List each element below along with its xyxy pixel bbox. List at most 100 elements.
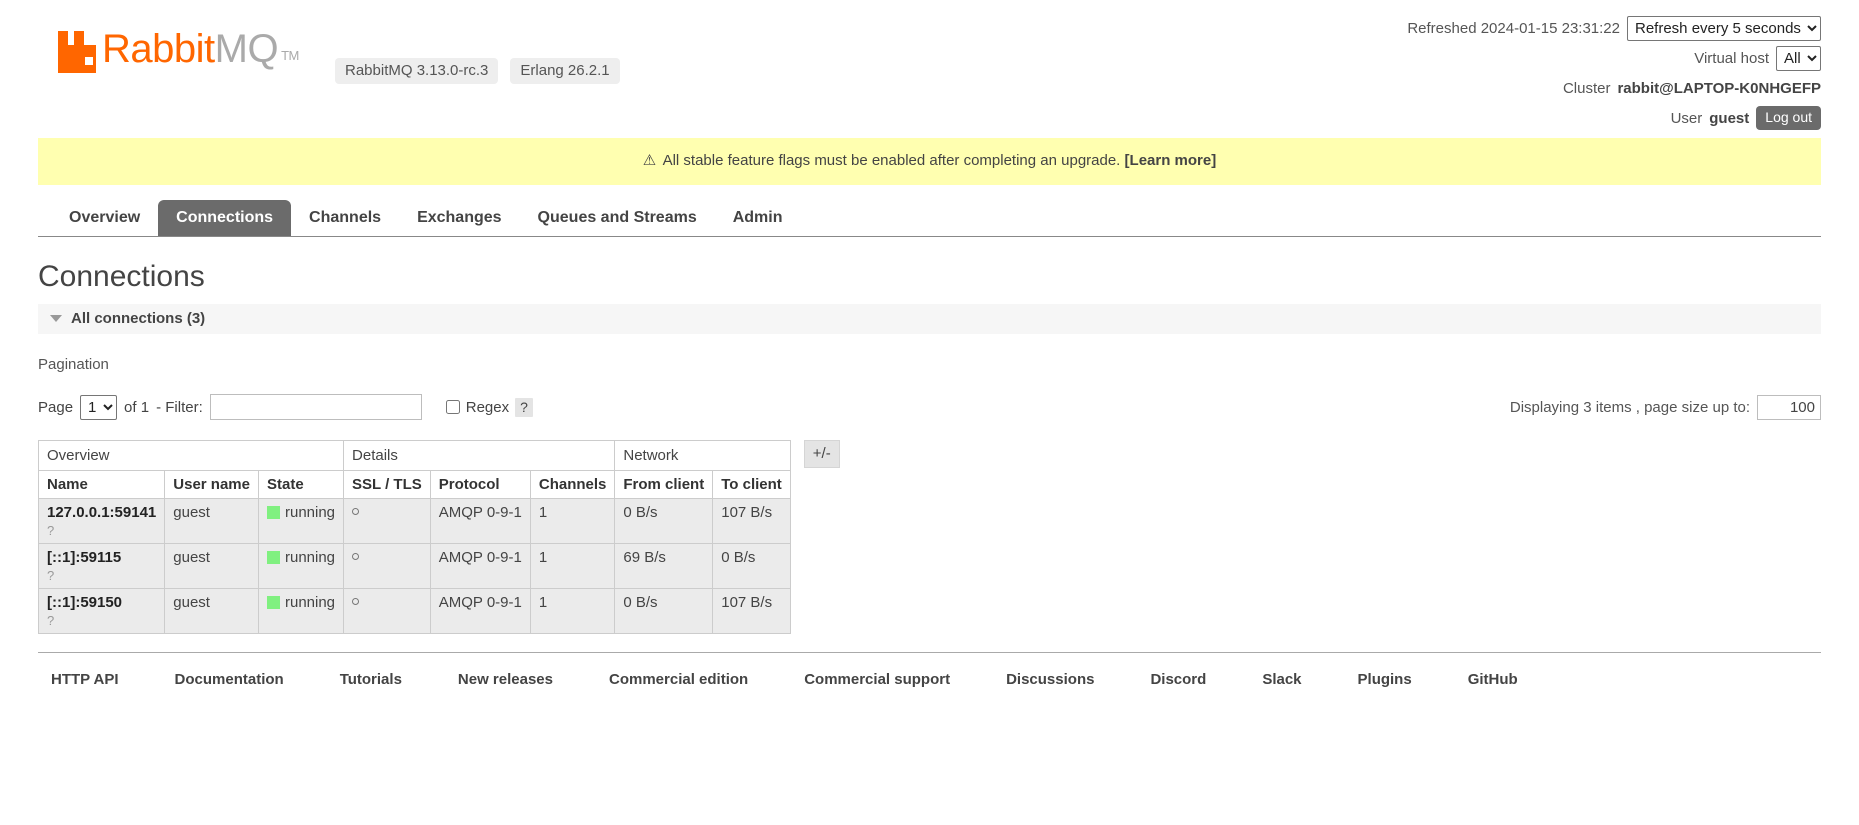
cell-protocol: AMQP 0-9-1: [429, 498, 531, 544]
filter-input[interactable]: [209, 394, 422, 420]
cell-ssl-tls: [343, 588, 431, 634]
footer-link-discord[interactable]: Discord: [1150, 671, 1206, 688]
state-text: running: [284, 504, 336, 521]
erlang-version-badge: Erlang 26.2.1: [510, 58, 620, 84]
status-badge: [266, 551, 280, 564]
footer-link-http-api[interactable]: HTTP API: [51, 671, 119, 688]
cluster-label: Cluster: [1562, 79, 1611, 97]
tab-queues-and-streams[interactable]: Queues and Streams: [520, 200, 715, 236]
warning-triangle-icon: ⚠: [642, 152, 657, 169]
table-group-header-row: Overview Details Network: [37, 440, 791, 471]
user-row: User guest Log out: [1407, 106, 1821, 130]
column-header-state[interactable]: State: [257, 470, 345, 499]
column-header-channels[interactable]: Channels: [529, 470, 616, 499]
page-size-input[interactable]: [1757, 394, 1821, 420]
footer-link-commercial-support[interactable]: Commercial support: [804, 671, 950, 688]
tab-admin[interactable]: Admin: [715, 200, 801, 236]
cell-channels: 1: [529, 543, 616, 589]
cell-state: running: [257, 543, 345, 589]
cell-user-name: guest: [164, 543, 259, 589]
footer-link-commercial-edition[interactable]: Commercial edition: [609, 671, 748, 688]
cell-from-client: 0 B/s: [614, 498, 714, 544]
tab-exchanges[interactable]: Exchanges: [399, 200, 519, 236]
main-nav-tabs: Overview Connections Channels Exchanges …: [38, 200, 1821, 237]
learn-more-link[interactable]: [Learn more]: [1125, 152, 1217, 169]
page-header: RabbitMQ TM RabbitMQ 3.13.0-rc.3 Erlang 2…: [0, 0, 1859, 138]
tab-overview[interactable]: Overview: [51, 200, 158, 236]
user-name: guest: [1709, 109, 1750, 127]
footer-link-documentation[interactable]: Documentation: [175, 671, 284, 688]
regex-checkbox[interactable]: [445, 400, 460, 414]
table-row[interactable]: [::1]:59150 ? guest running AMQP 0-9-1 1…: [37, 588, 791, 634]
footer-link-new-releases[interactable]: New releases: [458, 671, 553, 688]
logo-word-rabbit: Rabbit: [102, 27, 215, 71]
connection-name-link[interactable]: [::1]:59150: [47, 594, 156, 611]
footer-link-plugins[interactable]: Plugins: [1358, 671, 1412, 688]
user-label: User: [1670, 109, 1703, 127]
log-out-button[interactable]: Log out: [1756, 106, 1821, 130]
version-badges: RabbitMQ 3.13.0-rc.3 Erlang 26.2.1: [335, 58, 620, 84]
cell-name: [::1]:59115 ?: [37, 543, 166, 589]
column-header-from-client[interactable]: From client: [614, 470, 714, 499]
logo-wordmark: RabbitMQ TM: [102, 29, 299, 78]
chevron-down-icon[interactable]: [50, 315, 62, 322]
table-column-header-row: Name User name State SSL / TLS Protocol …: [37, 470, 791, 499]
page-number-select[interactable]: 1: [80, 394, 118, 420]
footer-link-discussions[interactable]: Discussions: [1006, 671, 1094, 688]
cluster-name: rabbit@LAPTOP-K0NHGEFP: [1617, 79, 1821, 97]
refreshed-timestamp: Refreshed 2024-01-15 23:31:22: [1407, 19, 1620, 37]
filter-label: - Filter:: [156, 398, 203, 416]
footer-link-slack[interactable]: Slack: [1262, 671, 1301, 688]
rabbitmq-logo[interactable]: RabbitMQ TM: [56, 26, 299, 75]
cell-protocol: AMQP 0-9-1: [429, 588, 531, 634]
connection-name-link[interactable]: 127.0.0.1:59141: [47, 504, 156, 521]
feature-flags-warning-banner: ⚠ All stable feature flags must be enabl…: [38, 138, 1821, 185]
vhost-select[interactable]: All: [1776, 45, 1821, 71]
regex-help-icon[interactable]: ?: [515, 397, 533, 417]
column-header-user-name[interactable]: User name: [164, 470, 259, 499]
pagination-bar: Page 1 of 1 - Filter: Regex ? Displaying…: [38, 392, 1821, 422]
group-header-details: Details: [343, 440, 616, 471]
group-header-overview: Overview: [37, 440, 345, 471]
rabbitmq-version-badge: RabbitMQ 3.13.0-rc.3: [335, 58, 499, 84]
pagination-label: Pagination: [38, 356, 109, 373]
rabbitmq-logo-icon: [56, 29, 100, 75]
cell-name: [::1]:59150 ?: [37, 588, 166, 634]
column-header-name[interactable]: Name: [37, 470, 166, 499]
all-connections-section-header[interactable]: All connections (3): [38, 304, 1821, 334]
cell-user-name: guest: [164, 498, 259, 544]
table-row[interactable]: [::1]:59115 ? guest running AMQP 0-9-1 1…: [37, 543, 791, 589]
column-header-to-client[interactable]: To client: [712, 470, 791, 499]
cell-to-client: 107 B/s: [712, 588, 791, 634]
cell-protocol: AMQP 0-9-1: [429, 543, 531, 589]
logo-word-mq: MQ: [214, 27, 279, 71]
state-text: running: [284, 549, 336, 566]
toggle-columns-button[interactable]: +/-: [803, 440, 840, 468]
column-header-ssl-tls[interactable]: SSL / TLS: [343, 470, 431, 499]
connection-name-sub: ?: [47, 568, 55, 583]
footer-link-tutorials[interactable]: Tutorials: [340, 671, 402, 688]
ssl-off-icon: [352, 508, 360, 515]
tab-channels[interactable]: Channels: [291, 200, 399, 236]
refresh-row: Refreshed 2024-01-15 23:31:22 Refresh ev…: [1407, 15, 1821, 41]
vhost-row: Virtual host All: [1407, 45, 1821, 71]
connection-name-link[interactable]: [::1]:59115: [47, 549, 156, 566]
cell-from-client: 0 B/s: [614, 588, 714, 634]
footer-link-github[interactable]: GitHub: [1468, 671, 1518, 688]
ssl-off-icon: [352, 553, 360, 560]
column-header-protocol[interactable]: Protocol: [429, 470, 531, 499]
tab-connections[interactable]: Connections: [158, 200, 292, 236]
ssl-off-icon: [352, 598, 360, 605]
main-content: Connections All connections (3) Paginati…: [37, 260, 1821, 634]
logo-trademark: TM: [281, 48, 299, 63]
vhost-label: Virtual host: [1694, 49, 1769, 67]
cell-ssl-tls: [343, 543, 431, 589]
connection-name-sub: ?: [47, 523, 55, 538]
cell-channels: 1: [529, 498, 616, 544]
cell-to-client: 107 B/s: [712, 498, 791, 544]
regex-label: Regex: [465, 398, 510, 416]
table-row[interactable]: 127.0.0.1:59141 ? guest running AMQP 0-9…: [37, 498, 791, 544]
page-label: Page: [38, 398, 74, 416]
refresh-interval-select[interactable]: Refresh every 5 seconds: [1627, 15, 1821, 41]
connection-name-sub: ?: [47, 613, 55, 628]
